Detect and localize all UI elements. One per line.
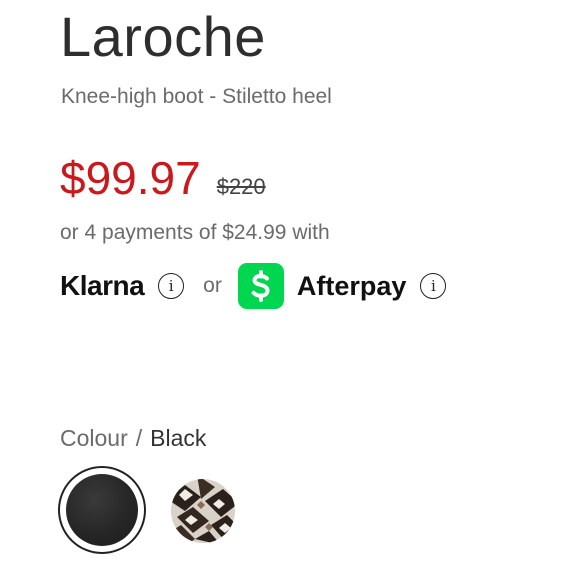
payment-options: Klarna i or Afterpay i	[60, 262, 447, 310]
afterpay-info-icon[interactable]: i	[420, 273, 447, 299]
snake-print-pattern	[171, 479, 235, 543]
product-subtitle: Knee-high boot - Stiletto heel	[61, 85, 332, 108]
dollar-sign-icon	[251, 270, 270, 302]
klarna-info-icon[interactable]: i	[158, 273, 185, 299]
or-text: or	[203, 274, 222, 297]
product-title: Laroche	[60, 5, 266, 68]
original-price: $220	[216, 174, 266, 199]
swatch-snake-print[interactable]	[171, 479, 235, 543]
afterpay-logo: Afterpay	[296, 270, 407, 301]
sale-price: $99.97	[60, 152, 201, 204]
selected-colour-value: Black	[150, 425, 207, 451]
price-row: $99.97 $220	[60, 150, 266, 206]
swatch-black[interactable]	[58, 466, 146, 554]
colour-label-row: Colour / Black	[60, 423, 206, 453]
installments-text: or 4 payments of $24.99 with	[60, 221, 330, 244]
swatch-black-fill	[66, 474, 138, 546]
klarna-logo: Klarna	[60, 270, 145, 301]
cash-app-icon	[237, 263, 284, 309]
colour-label: Colour	[60, 425, 128, 451]
colour-separator: /	[135, 425, 143, 451]
